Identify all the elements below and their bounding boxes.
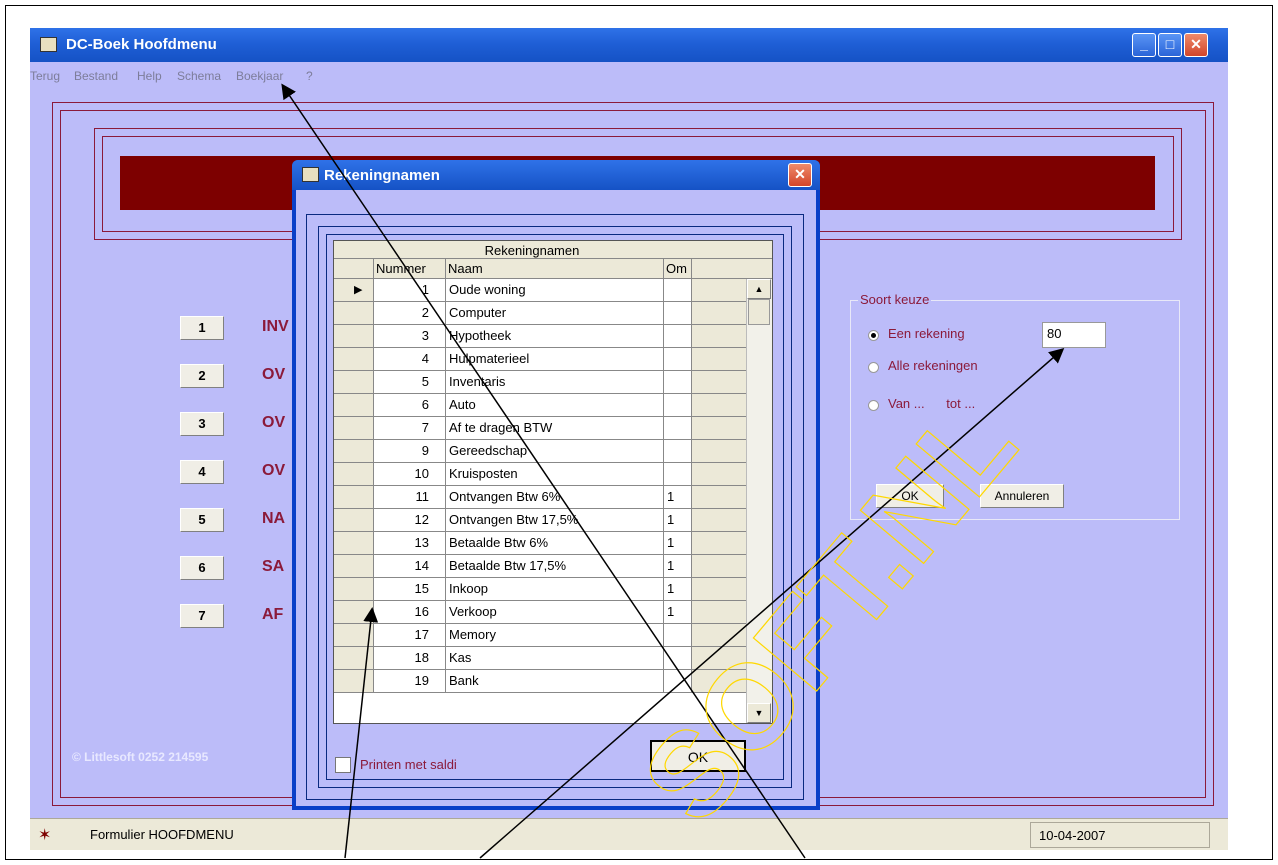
watermark-text: SOFT.NL — [617, 378, 1041, 847]
annotation-overlay: SOFT.NL — [281, 83, 1065, 859]
arrow-to-grid-selector — [344, 607, 379, 859]
